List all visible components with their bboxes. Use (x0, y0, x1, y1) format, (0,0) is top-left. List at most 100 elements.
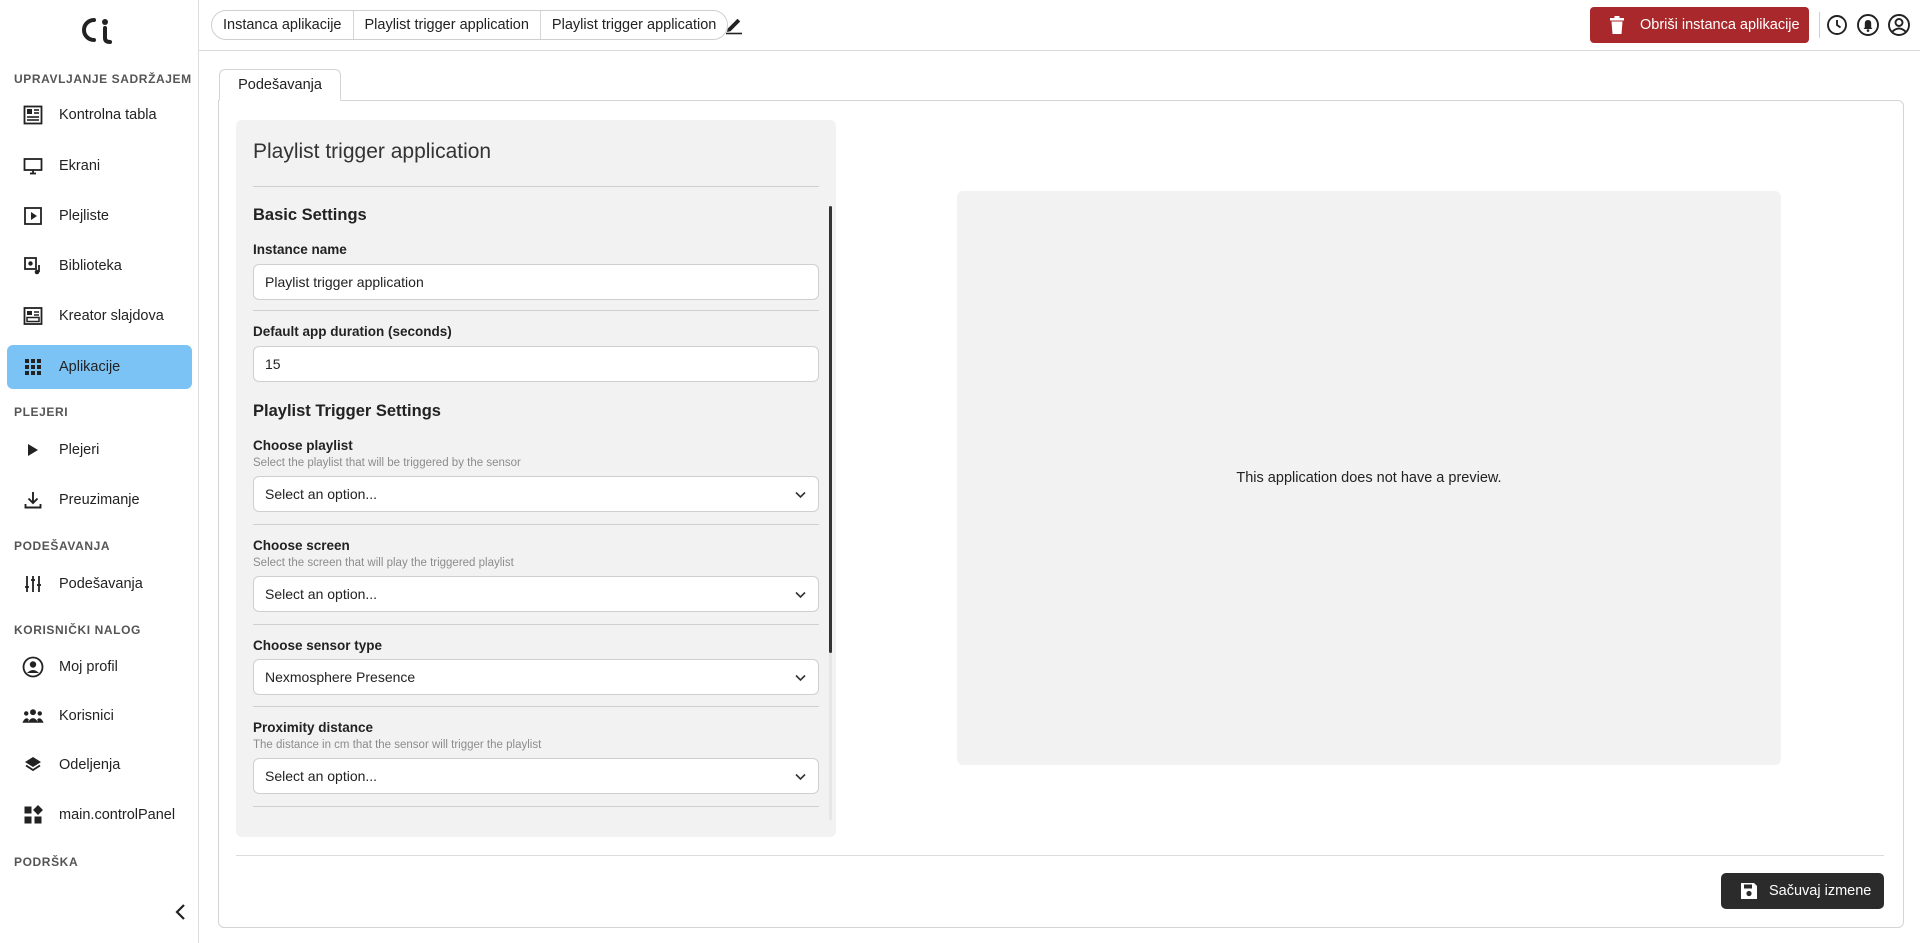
chevron-down-icon (794, 770, 807, 783)
sidebar-item-label: Plejeri (59, 442, 100, 458)
breadcrumb-item[interactable]: Playlist trigger application (354, 11, 541, 39)
chevron-left-icon[interactable] (170, 900, 190, 924)
chevron-down-icon (794, 588, 807, 601)
screen-hint: Select the screen that will play the tri… (253, 557, 514, 569)
delete-button-label: Obriši instanca aplikacije (1640, 17, 1800, 33)
dashboard-icon (22, 104, 44, 126)
screen-select[interactable]: Select an option... (253, 576, 819, 612)
clock-icon[interactable] (1825, 13, 1849, 37)
account-icon[interactable] (1887, 13, 1911, 37)
sensor-type-select[interactable]: Nexmosphere Presence (253, 659, 819, 695)
widgets-icon (22, 804, 44, 826)
proximity-select[interactable]: Select an option... (253, 758, 819, 794)
media-library-icon (22, 255, 44, 277)
sidebar-item-settings[interactable]: Podešavanja (7, 562, 192, 606)
sidebar-item-dashboard[interactable]: Kontrolna tabla (7, 93, 192, 137)
sidebar-item-label: Plejliste (59, 208, 109, 224)
screen-label: Choose screen (253, 538, 350, 553)
proximity-label: Proximity distance (253, 720, 374, 735)
divider (253, 524, 819, 525)
sidebar-item-label: Podešavanja (59, 576, 143, 592)
breadcrumb-item[interactable]: Playlist trigger application (541, 11, 727, 39)
proximity-select-value: Select an option... (265, 768, 378, 784)
save-button-label: Sačuvaj izmene (1769, 883, 1872, 899)
sidebar: UPRAVLJANJE SADRŽAJEM Kontrolna tabla Ek… (0, 0, 199, 943)
section-label-account: KORISNIČKI NALOG (14, 623, 141, 637)
sidebar-item-screens[interactable]: Ekrani (7, 144, 192, 188)
monitor-icon (22, 155, 44, 177)
sidebar-item-library[interactable]: Biblioteka (7, 244, 192, 288)
sidebar-item-label: Ekrani (59, 158, 101, 174)
playlist-hint: Select the playlist that will be trigger… (253, 457, 521, 469)
users-icon (22, 705, 44, 727)
divider (253, 706, 819, 707)
user-circle-icon (22, 656, 44, 678)
playlist-select-value: Select an option... (265, 486, 378, 502)
sliders-icon (22, 573, 44, 595)
sidebar-item-applications[interactable]: Aplikacije (7, 345, 192, 389)
sidebar-item-players[interactable]: Plejeri (7, 428, 192, 472)
sensor-type-label: Choose sensor type (253, 638, 383, 653)
slide-creator-icon (22, 305, 44, 327)
breadcrumb: Instanca aplikacije Playlist trigger app… (211, 10, 729, 40)
sidebar-item-label: Kreator slajdova (59, 308, 164, 324)
floppy-disk-icon (1739, 881, 1759, 901)
divider (253, 624, 819, 625)
layers-icon (22, 754, 44, 776)
instance-name-input[interactable]: Playlist trigger application (253, 264, 819, 300)
apps-grid-icon (22, 356, 44, 378)
screen-select-value: Select an option... (265, 586, 378, 602)
section-label-settings: PODEŠAVANJA (14, 539, 111, 553)
scrollbar-thumb[interactable] (829, 206, 832, 653)
delete-instance-button[interactable]: Obriši instanca aplikacije (1590, 7, 1809, 43)
tab-settings[interactable]: Podešavanja (219, 69, 341, 101)
play-icon (22, 439, 44, 461)
sidebar-item-control-panel[interactable]: main.controlPanel (7, 793, 192, 837)
sidebar-item-slide-creator[interactable]: Kreator slajdova (7, 294, 192, 338)
ci-logo-icon[interactable] (74, 14, 124, 46)
divider (253, 806, 819, 807)
playlist-icon (22, 205, 44, 227)
divider (1819, 12, 1820, 38)
divider (236, 855, 1884, 856)
settings-form: Playlist trigger application Basic Setti… (236, 120, 836, 837)
form-title: Playlist trigger application (253, 140, 492, 163)
sidebar-item-departments[interactable]: Odeljenja (7, 743, 192, 787)
sidebar-item-label: main.controlPanel (59, 807, 176, 823)
section-label-content: UPRAVLJANJE SADRŽAJEM (14, 72, 192, 86)
section-label-players: PLEJERI (14, 405, 69, 419)
sidebar-item-label: Odeljenja (59, 757, 121, 773)
sidebar-item-label: Kontrolna tabla (59, 107, 157, 123)
trash-icon (1607, 15, 1627, 35)
sidebar-item-label: Aplikacije (59, 359, 121, 375)
breadcrumb-item[interactable]: Instanca aplikacije (212, 11, 354, 39)
app-preview: This application does not have a preview… (957, 191, 1781, 765)
download-icon (22, 489, 44, 511)
playlist-label: Choose playlist (253, 438, 353, 453)
preview-message: This application does not have a preview… (1236, 470, 1502, 486)
duration-input[interactable]: 15 (253, 346, 819, 382)
sidebar-item-label: Preuzimanje (59, 492, 140, 508)
sidebar-item-label: Moj profil (59, 659, 118, 675)
sidebar-item-label: Korisnici (59, 708, 114, 724)
playlist-select[interactable]: Select an option... (253, 476, 819, 512)
duration-label: Default app duration (seconds) (253, 324, 452, 339)
bell-icon[interactable] (1856, 13, 1880, 37)
sidebar-item-my-profile[interactable]: Moj profil (7, 645, 192, 689)
sidebar-item-label: Biblioteka (59, 258, 122, 274)
chevron-down-icon (794, 488, 807, 501)
section-heading-basic: Basic Settings (253, 206, 367, 224)
save-button[interactable]: Sačuvaj izmene (1721, 873, 1884, 909)
divider (253, 310, 819, 311)
app-root: UPRAVLJANJE SADRŽAJEM Kontrolna tabla Ek… (0, 0, 1920, 943)
sidebar-item-playlists[interactable]: Plejliste (7, 194, 192, 238)
instance-name-label: Instance name (253, 242, 347, 257)
sidebar-item-download[interactable]: Preuzimanje (7, 478, 192, 522)
sidebar-item-users[interactable]: Korisnici (7, 694, 192, 738)
top-bar: Instanca aplikacije Playlist trigger app… (199, 0, 1920, 51)
sensor-type-select-value: Nexmosphere Presence (265, 669, 416, 685)
section-heading-trigger: Playlist Trigger Settings (253, 402, 441, 420)
section-label-support: PODRŠKA (14, 855, 79, 869)
divider (253, 186, 819, 187)
pencil-icon[interactable] (723, 14, 745, 36)
